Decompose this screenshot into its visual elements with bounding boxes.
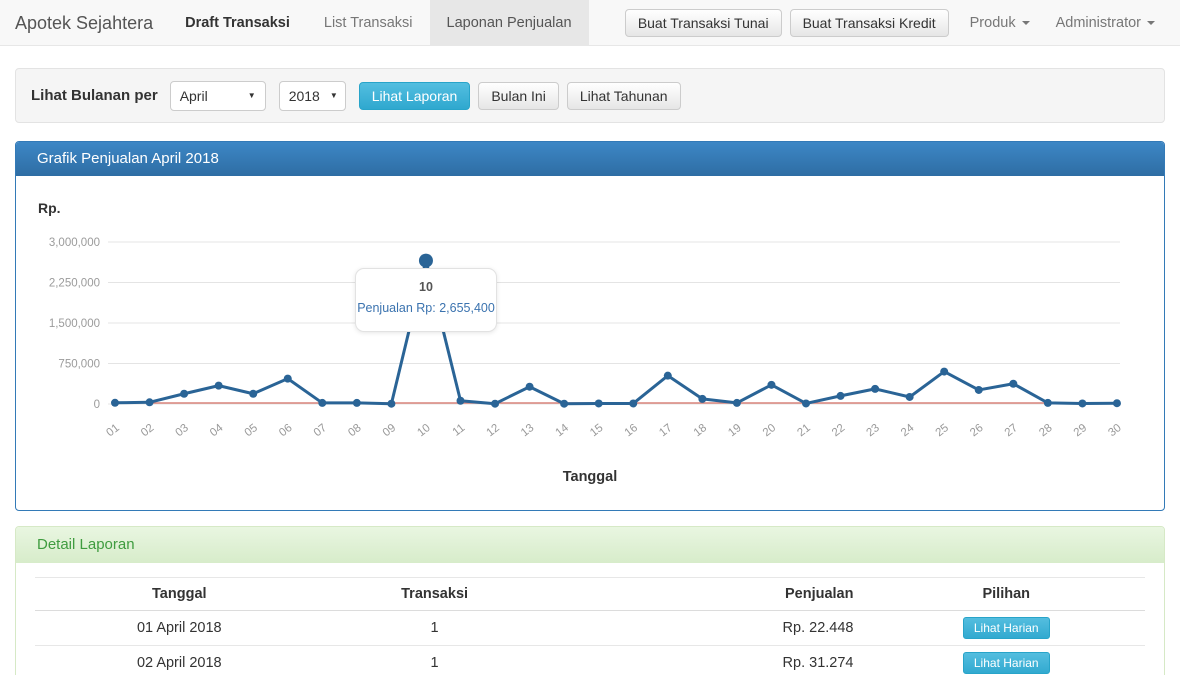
nav-items: Draft Transaksi List Transaksi Laponan P… [168, 0, 588, 45]
tooltip-day: 10 [356, 280, 496, 294]
col-header-penjualan: Penjualan [546, 578, 868, 611]
x-axis-title: Tanggal [16, 469, 1164, 485]
administrator-dropdown[interactable]: Administrator [1043, 15, 1168, 31]
tooltip-value: Penjualan Rp: 2,655,400 [356, 301, 496, 315]
svg-text:28: 28 [1037, 422, 1054, 439]
detail-body: Tanggal Transaksi Penjualan Pilihan 01 A… [16, 563, 1164, 675]
svg-text:07: 07 [312, 422, 329, 439]
col-header-pilihan: Pilihan [867, 578, 1145, 611]
svg-text:30: 30 [1106, 422, 1123, 439]
buat-transaksi-tunai-button[interactable]: Buat Transaksi Tunai [625, 9, 782, 37]
svg-text:750,000: 750,000 [58, 359, 100, 371]
sales-line-chart[interactable]: 0 750,000 1,500,000 2,250,000 3,000,000 01 02 0… [16, 216, 1164, 466]
svg-text:18: 18 [692, 422, 709, 439]
filter-bar: Lihat Bulanan per April ▼ 2018 ▼ Lihat L… [15, 68, 1165, 123]
svg-text:14: 14 [554, 422, 572, 440]
administrator-dropdown-label: Administrator [1056, 15, 1141, 31]
svg-text:03: 03 [173, 422, 190, 439]
svg-text:02: 02 [139, 422, 156, 439]
cell-penjualan: Rp. 31.274 [546, 646, 868, 675]
svg-text:13: 13 [519, 422, 536, 439]
brand[interactable]: Apotek Sejahtera [0, 0, 168, 45]
lihat-harian-button[interactable]: Lihat Harian [963, 652, 1050, 674]
produk-dropdown-label: Produk [970, 15, 1016, 31]
svg-text:2,250,000: 2,250,000 [49, 278, 100, 290]
svg-text:26: 26 [968, 422, 985, 439]
chevron-down-icon [1147, 21, 1155, 25]
y-axis-unit-label: Rp. [38, 200, 61, 216]
cell-transaksi: 1 [324, 646, 546, 675]
nav-item-draft-transaksi[interactable]: Draft Transaksi [168, 0, 307, 45]
detail-panel-title: Detail Laporan [16, 527, 1164, 563]
report-table: Tanggal Transaksi Penjualan Pilihan 01 A… [35, 577, 1145, 675]
month-select[interactable]: April ▼ [170, 81, 266, 111]
svg-text:11: 11 [451, 422, 468, 439]
col-header-tanggal: Tanggal [35, 578, 324, 611]
cell-transaksi: 1 [324, 611, 546, 646]
chevron-down-icon [1022, 21, 1030, 25]
chart-tooltip: 10 Penjualan Rp: 2,655,400 [355, 268, 497, 332]
table-row: 01 April 2018 1 Rp. 22.448 Lihat Harian [35, 611, 1145, 646]
svg-text:12: 12 [484, 422, 501, 439]
svg-text:29: 29 [1072, 422, 1089, 439]
navbar: Apotek Sejahtera Draft Transaksi List Tr… [0, 0, 1180, 46]
svg-text:04: 04 [208, 422, 226, 440]
svg-text:19: 19 [726, 422, 743, 439]
svg-text:01: 01 [104, 422, 121, 439]
svg-text:1,500,000: 1,500,000 [49, 318, 100, 330]
svg-text:21: 21 [795, 422, 812, 439]
chart-panel: Grafik Penjualan April 2018 Rp. 0 750,000… [15, 141, 1165, 511]
svg-text:27: 27 [1003, 422, 1020, 439]
svg-text:3,000,000: 3,000,000 [49, 237, 100, 249]
lihat-harian-button[interactable]: Lihat Harian [963, 617, 1050, 639]
navbar-right: Buat Transaksi Tunai Buat Transaksi Kred… [625, 0, 1180, 45]
svg-text:05: 05 [243, 422, 260, 439]
svg-text:0: 0 [94, 399, 100, 411]
svg-text:25: 25 [934, 422, 951, 439]
year-select[interactable]: 2018 ▼ [279, 81, 346, 111]
filter-label: Lihat Bulanan per [31, 87, 158, 104]
svg-text:10: 10 [415, 422, 432, 439]
buat-transaksi-kredit-button[interactable]: Buat Transaksi Kredit [790, 9, 949, 37]
svg-text:15: 15 [588, 422, 605, 439]
select-arrow-icon: ▼ [330, 91, 338, 100]
lihat-tahunan-button[interactable]: Lihat Tahunan [567, 82, 681, 110]
cell-tanggal: 02 April 2018 [35, 646, 324, 675]
month-select-value: April [180, 88, 208, 104]
table-row: 02 April 2018 1 Rp. 31.274 Lihat Harian [35, 646, 1145, 675]
year-select-value: 2018 [289, 88, 320, 104]
table-header-row: Tanggal Transaksi Penjualan Pilihan [35, 578, 1145, 611]
svg-text:16: 16 [623, 422, 640, 439]
svg-text:17: 17 [657, 422, 674, 439]
cell-tanggal: 01 April 2018 [35, 611, 324, 646]
lihat-laporan-button[interactable]: Lihat Laporan [359, 82, 471, 110]
svg-text:20: 20 [761, 422, 778, 439]
svg-text:24: 24 [899, 422, 917, 440]
detail-panel: Detail Laporan Tanggal Transaksi Penjual… [15, 526, 1165, 675]
produk-dropdown[interactable]: Produk [957, 15, 1043, 31]
col-header-transaksi: Transaksi [324, 578, 546, 611]
nav-item-laporan-penjualan[interactable]: Laponan Penjualan [430, 0, 589, 45]
svg-text:23: 23 [864, 422, 881, 439]
select-arrow-icon: ▼ [248, 91, 256, 100]
svg-text:06: 06 [277, 422, 294, 439]
svg-text:09: 09 [381, 422, 398, 439]
svg-text:08: 08 [346, 422, 363, 439]
nav-item-list-transaksi[interactable]: List Transaksi [307, 0, 430, 45]
bulan-ini-button[interactable]: Bulan Ini [478, 82, 558, 110]
chart-body: Rp. 0750,0001,500,0002,250,0003,000,0000… [16, 176, 1164, 510]
cell-penjualan: Rp. 22.448 [546, 611, 868, 646]
chart-panel-title: Grafik Penjualan April 2018 [16, 142, 1164, 176]
svg-text:22: 22 [830, 422, 847, 439]
